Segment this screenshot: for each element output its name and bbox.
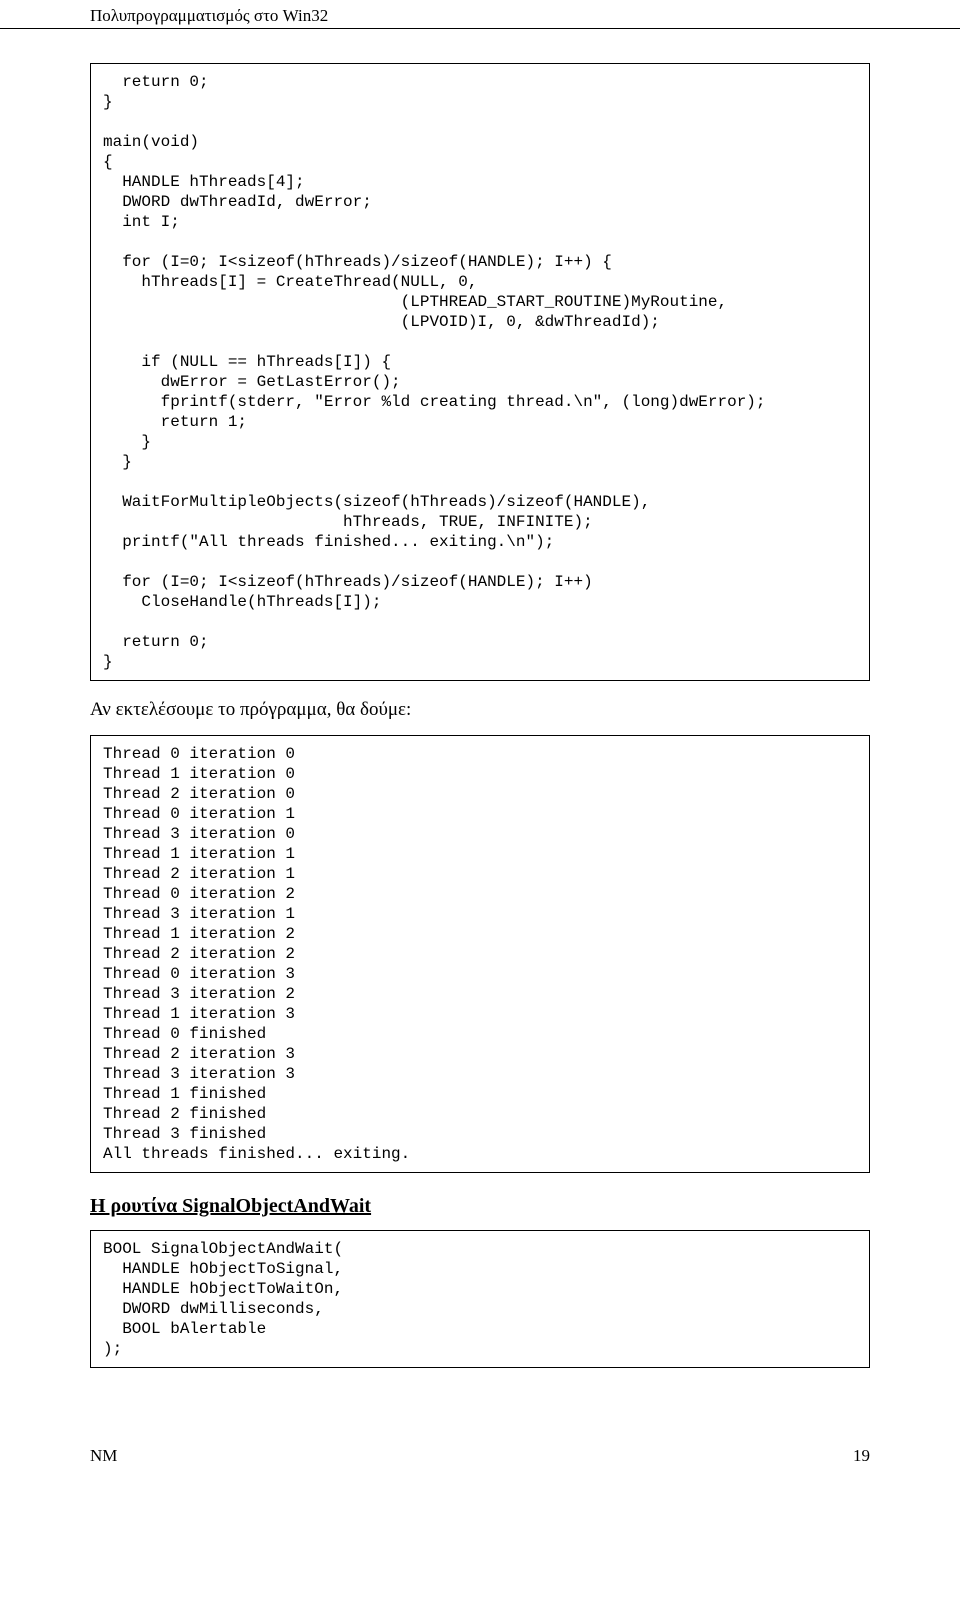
code-block-2: Thread 0 iteration 0 Thread 1 iteration … <box>90 735 870 1173</box>
paragraph-intro: Αν εκτελέσουμε το πρόγραμμα, θα δούμε: <box>90 699 870 721</box>
header-title: Πολυπρογραμματισμός στο Win32 <box>90 6 328 25</box>
section-heading-signalobjectandwait: Η ρουτίνα SignalObjectAndWait <box>90 1195 870 1218</box>
page: Πολυπρογραμματισμός στο Win32 return 0; … <box>0 0 960 1506</box>
footer-left: NM <box>90 1446 117 1466</box>
page-header: Πολυπρογραμματισμός στο Win32 <box>0 0 960 29</box>
code-block-3: BOOL SignalObjectAndWait( HANDLE hObject… <box>90 1230 870 1368</box>
footer-page-number: 19 <box>853 1446 870 1466</box>
code-block-1: return 0; } main(void) { HANDLE hThreads… <box>90 63 870 681</box>
page-footer: NM 19 <box>0 1386 960 1466</box>
page-content: return 0; } main(void) { HANDLE hThreads… <box>0 63 960 1368</box>
